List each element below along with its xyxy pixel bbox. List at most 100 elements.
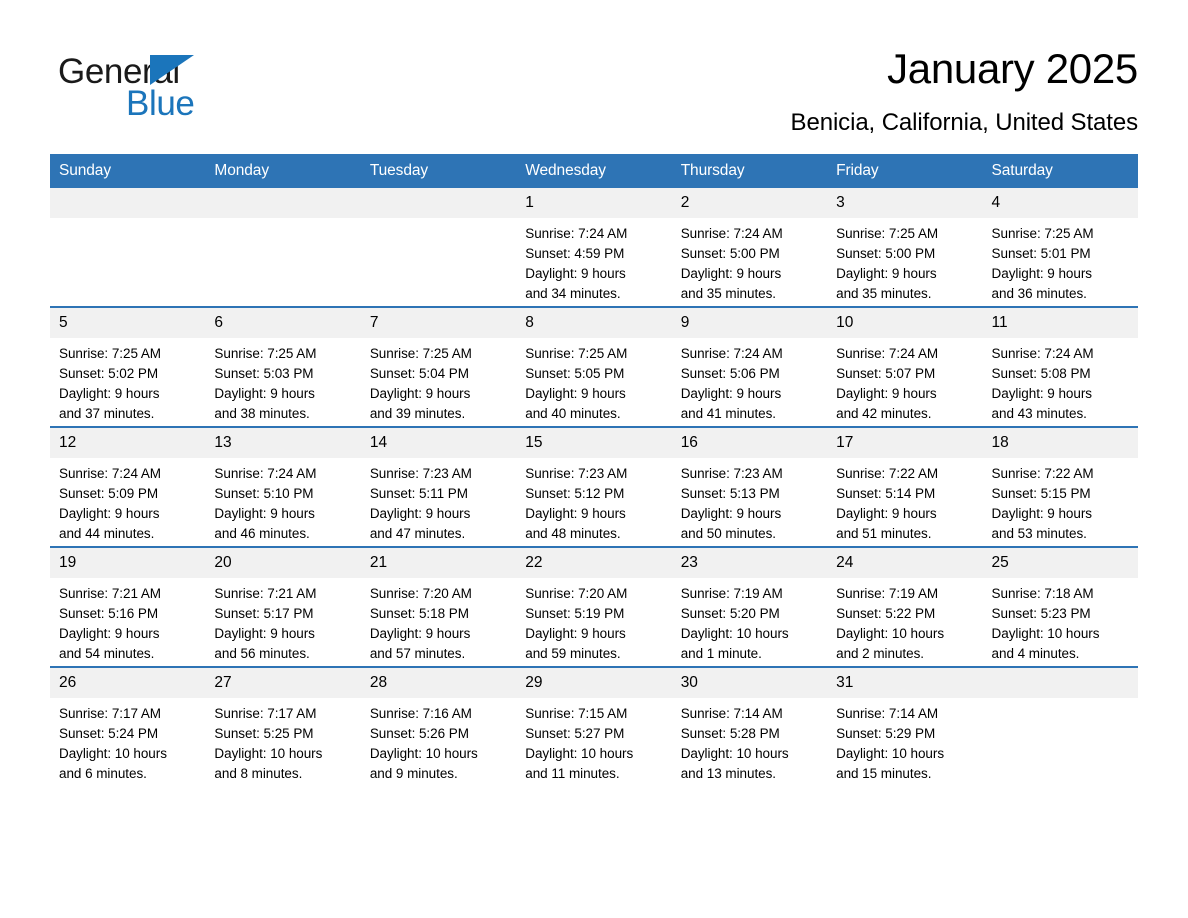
sunset-text: Sunset: 5:19 PM	[525, 605, 625, 621]
sunrise-text: Sunrise: 7:24 AM	[680, 225, 783, 241]
sunrise-text: Sunrise: 7:15 AM	[525, 705, 628, 721]
calendar-day-cell[interactable]: 13 Sunrise: 7:24 AM Sunset: 5:10 PM Dayligh…	[205, 425, 361, 547]
calendar-day-cell[interactable]: 6 Sunrise: 7:25 AM Sunset: 5:03 PM Daylight…	[205, 305, 361, 427]
daylight-text-line1: Daylight: 9 hours	[991, 505, 1093, 521]
weekday-header-sunday: Sunday	[50, 153, 206, 188]
sunrise-text: Sunrise: 7:23 AM	[680, 465, 783, 481]
sunset-text: Sunset: 5:18 PM	[369, 605, 469, 621]
calendar-week-row: 12 Sunrise: 7:24 AM Sunset: 5:09 PM Dayligh…	[50, 425, 1138, 547]
calendar-day-cell[interactable]: 2 Sunrise: 7:24 AM Sunset: 5:00 PM Daylight…	[671, 187, 828, 307]
calendar-day-cell[interactable]: 17 Sunrise: 7:22 AM Sunset: 5:14 PM Dayligh…	[827, 425, 983, 547]
sunrise-sunset-calendar: Sunday Monday Tuesday Wednesday Thursday…	[50, 153, 1138, 786]
calendar-day-cell[interactable]: 3 Sunrise: 7:25 AM Sunset: 5:00 PM Daylight…	[827, 187, 983, 307]
calendar-day-cell[interactable]: 10 Sunrise: 7:24 AM Sunset: 5:07 PM Dayligh…	[827, 305, 983, 427]
calendar-day-cell[interactable]: 28 Sunrise: 7:16 AM Sunset: 5:26 PM Dayligh…	[360, 665, 517, 786]
calendar-day-cell[interactable]: 11 Sunrise: 7:24 AM Sunset: 5:08 PM Dayligh…	[982, 305, 1138, 427]
daylight-text-line1: Daylight: 10 hours	[369, 745, 478, 761]
sunset-text: Sunset: 5:05 PM	[525, 365, 625, 381]
sunset-text: Sunset: 5:23 PM	[991, 605, 1091, 621]
daylight-text-line2: and 54 minutes.	[59, 645, 155, 661]
calendar-day-cell-empty	[360, 187, 517, 307]
calendar-day-cell[interactable]: 4 Sunrise: 7:25 AM Sunset: 5:01 PM Daylight…	[982, 187, 1138, 307]
day-details: Sunrise: 7:24 AM Sunset: 5:10 PM Daylight:…	[205, 458, 360, 544]
calendar-day-cell[interactable]: 26 Sunrise: 7:17 AM Sunset: 5:24 PM Dayligh…	[50, 665, 206, 786]
calendar-day-cell[interactable]: 20 Sunrise: 7:21 AM Sunset: 5:17 PM Dayligh…	[205, 545, 361, 667]
calendar-body: 1 Sunrise: 7:24 AM Sunset: 4:59 PM Daylight…	[50, 187, 1138, 786]
daylight-text-line1: Daylight: 10 hours	[214, 745, 323, 761]
sunset-text: Sunset: 5:22 PM	[836, 605, 936, 621]
sunrise-text: Sunrise: 7:22 AM	[836, 465, 939, 481]
calendar-day-cell[interactable]: 25 Sunrise: 7:18 AM Sunset: 5:23 PM Dayligh…	[982, 545, 1138, 667]
day-number: 8	[516, 307, 672, 338]
sunrise-text: Sunrise: 7:20 AM	[369, 585, 472, 601]
day-details: Sunrise: 7:24 AM Sunset: 5:08 PM Daylight:…	[983, 338, 1138, 424]
sunset-text: Sunset: 5:17 PM	[214, 605, 314, 621]
daylight-text-line2: and 8 minutes.	[214, 765, 303, 781]
sunrise-text: Sunrise: 7:24 AM	[59, 465, 162, 481]
calendar-day-cell[interactable]: 22 Sunrise: 7:20 AM Sunset: 5:19 PM Dayligh…	[516, 545, 672, 667]
day-details: Sunrise: 7:19 AM Sunset: 5:22 PM Daylight:…	[827, 578, 982, 664]
calendar-day-cell[interactable]: 18 Sunrise: 7:22 AM Sunset: 5:15 PM Dayligh…	[982, 425, 1138, 547]
calendar-day-cell[interactable]: 31 Sunrise: 7:14 AM Sunset: 5:29 PM Dayligh…	[827, 665, 983, 786]
daylight-text-line2: and 15 minutes.	[836, 765, 932, 781]
day-number: 10	[827, 307, 983, 338]
daylight-text-line2: and 43 minutes.	[991, 405, 1087, 421]
sunset-text: Sunset: 5:26 PM	[369, 725, 469, 741]
calendar-day-cell[interactable]: 8 Sunrise: 7:25 AM Sunset: 5:05 PM Daylight…	[516, 305, 672, 427]
general-blue-logo[interactable]: General Blue	[50, 46, 310, 123]
day-details: Sunrise: 7:23 AM Sunset: 5:12 PM Daylight:…	[516, 458, 671, 544]
calendar-week-row: 19 Sunrise: 7:21 AM Sunset: 5:16 PM Dayligh…	[50, 545, 1138, 667]
sunrise-text: Sunrise: 7:25 AM	[59, 345, 162, 361]
sunrise-text: Sunrise: 7:23 AM	[525, 465, 628, 481]
daylight-text-line2: and 6 minutes.	[59, 765, 147, 781]
sunrise-text: Sunrise: 7:25 AM	[369, 345, 472, 361]
daylight-text-line2: and 42 minutes.	[836, 405, 932, 421]
sunset-text: Sunset: 5:00 PM	[680, 245, 780, 261]
day-number: 23	[671, 547, 828, 578]
sunset-text: Sunset: 5:24 PM	[59, 725, 159, 741]
weekday-header-wednesday: Wednesday	[516, 153, 672, 188]
day-details: Sunrise: 7:25 AM Sunset: 5:04 PM Daylight:…	[361, 338, 516, 424]
daylight-text-line2: and 48 minutes.	[525, 525, 621, 541]
calendar-day-cell[interactable]: 21 Sunrise: 7:20 AM Sunset: 5:18 PM Dayligh…	[360, 545, 517, 667]
sunset-text: Sunset: 5:15 PM	[991, 485, 1091, 501]
calendar-day-cell[interactable]: 9 Sunrise: 7:24 AM Sunset: 5:06 PM Daylight…	[671, 305, 828, 427]
calendar-day-cell[interactable]: 23 Sunrise: 7:19 AM Sunset: 5:20 PM Dayligh…	[671, 545, 828, 667]
calendar-day-cell[interactable]: 24 Sunrise: 7:19 AM Sunset: 5:22 PM Dayligh…	[827, 545, 983, 667]
day-number: 5	[50, 307, 206, 338]
sunrise-text: Sunrise: 7:24 AM	[525, 225, 628, 241]
daylight-text-line2: and 46 minutes.	[214, 525, 310, 541]
calendar-day-cell[interactable]: 15 Sunrise: 7:23 AM Sunset: 5:12 PM Dayligh…	[516, 425, 672, 547]
daylight-text-line2: and 44 minutes.	[59, 525, 155, 541]
day-details: Sunrise: 7:24 AM Sunset: 4:59 PM Daylight:…	[516, 218, 671, 304]
calendar-day-cell[interactable]: 30 Sunrise: 7:14 AM Sunset: 5:28 PM Dayligh…	[671, 665, 828, 786]
day-number: 25	[982, 547, 1138, 578]
daylight-text-line2: and 1 minute.	[680, 645, 762, 661]
daylight-text-line1: Daylight: 10 hours	[525, 745, 634, 761]
location-subtitle: Benicia, California, United States	[790, 108, 1139, 136]
day-number: 27	[205, 667, 361, 698]
calendar-day-cell[interactable]: 19 Sunrise: 7:21 AM Sunset: 5:16 PM Dayligh…	[50, 545, 206, 667]
calendar-day-cell[interactable]: 1 Sunrise: 7:24 AM Sunset: 4:59 PM Daylight…	[516, 187, 672, 307]
daylight-text-line2: and 59 minutes.	[525, 645, 621, 661]
calendar-day-cell[interactable]: 27 Sunrise: 7:17 AM Sunset: 5:25 PM Dayligh…	[205, 665, 361, 786]
calendar-day-cell[interactable]: 12 Sunrise: 7:24 AM Sunset: 5:09 PM Dayligh…	[50, 425, 206, 547]
day-number: 12	[50, 427, 206, 458]
calendar-day-cell-empty	[50, 187, 206, 307]
sunrise-text: Sunrise: 7:23 AM	[369, 465, 472, 481]
calendar-day-cell[interactable]: 14 Sunrise: 7:23 AM Sunset: 5:11 PM Dayligh…	[360, 425, 517, 547]
calendar-day-cell[interactable]: 5 Sunrise: 7:25 AM Sunset: 5:02 PM Daylight…	[50, 305, 206, 427]
weekday-header-tuesday: Tuesday	[360, 153, 517, 188]
day-details: Sunrise: 7:16 AM Sunset: 5:26 PM Daylight:…	[361, 698, 516, 784]
calendar-day-cell[interactable]: 29 Sunrise: 7:15 AM Sunset: 5:27 PM Dayligh…	[516, 665, 672, 786]
daylight-text-line1: Daylight: 9 hours	[680, 505, 782, 521]
daylight-text-line1: Daylight: 10 hours	[991, 625, 1100, 641]
sunrise-text: Sunrise: 7:25 AM	[214, 345, 317, 361]
daylight-text-line1: Daylight: 9 hours	[59, 505, 160, 521]
sunset-text: Sunset: 5:03 PM	[214, 365, 314, 381]
calendar-day-cell[interactable]: 16 Sunrise: 7:23 AM Sunset: 5:13 PM Dayligh…	[671, 425, 828, 547]
daylight-text-line2: and 34 minutes.	[525, 285, 621, 301]
sunset-text: Sunset: 5:25 PM	[214, 725, 314, 741]
sunrise-text: Sunrise: 7:25 AM	[991, 225, 1094, 241]
calendar-day-cell[interactable]: 7 Sunrise: 7:25 AM Sunset: 5:04 PM Daylight…	[360, 305, 517, 427]
